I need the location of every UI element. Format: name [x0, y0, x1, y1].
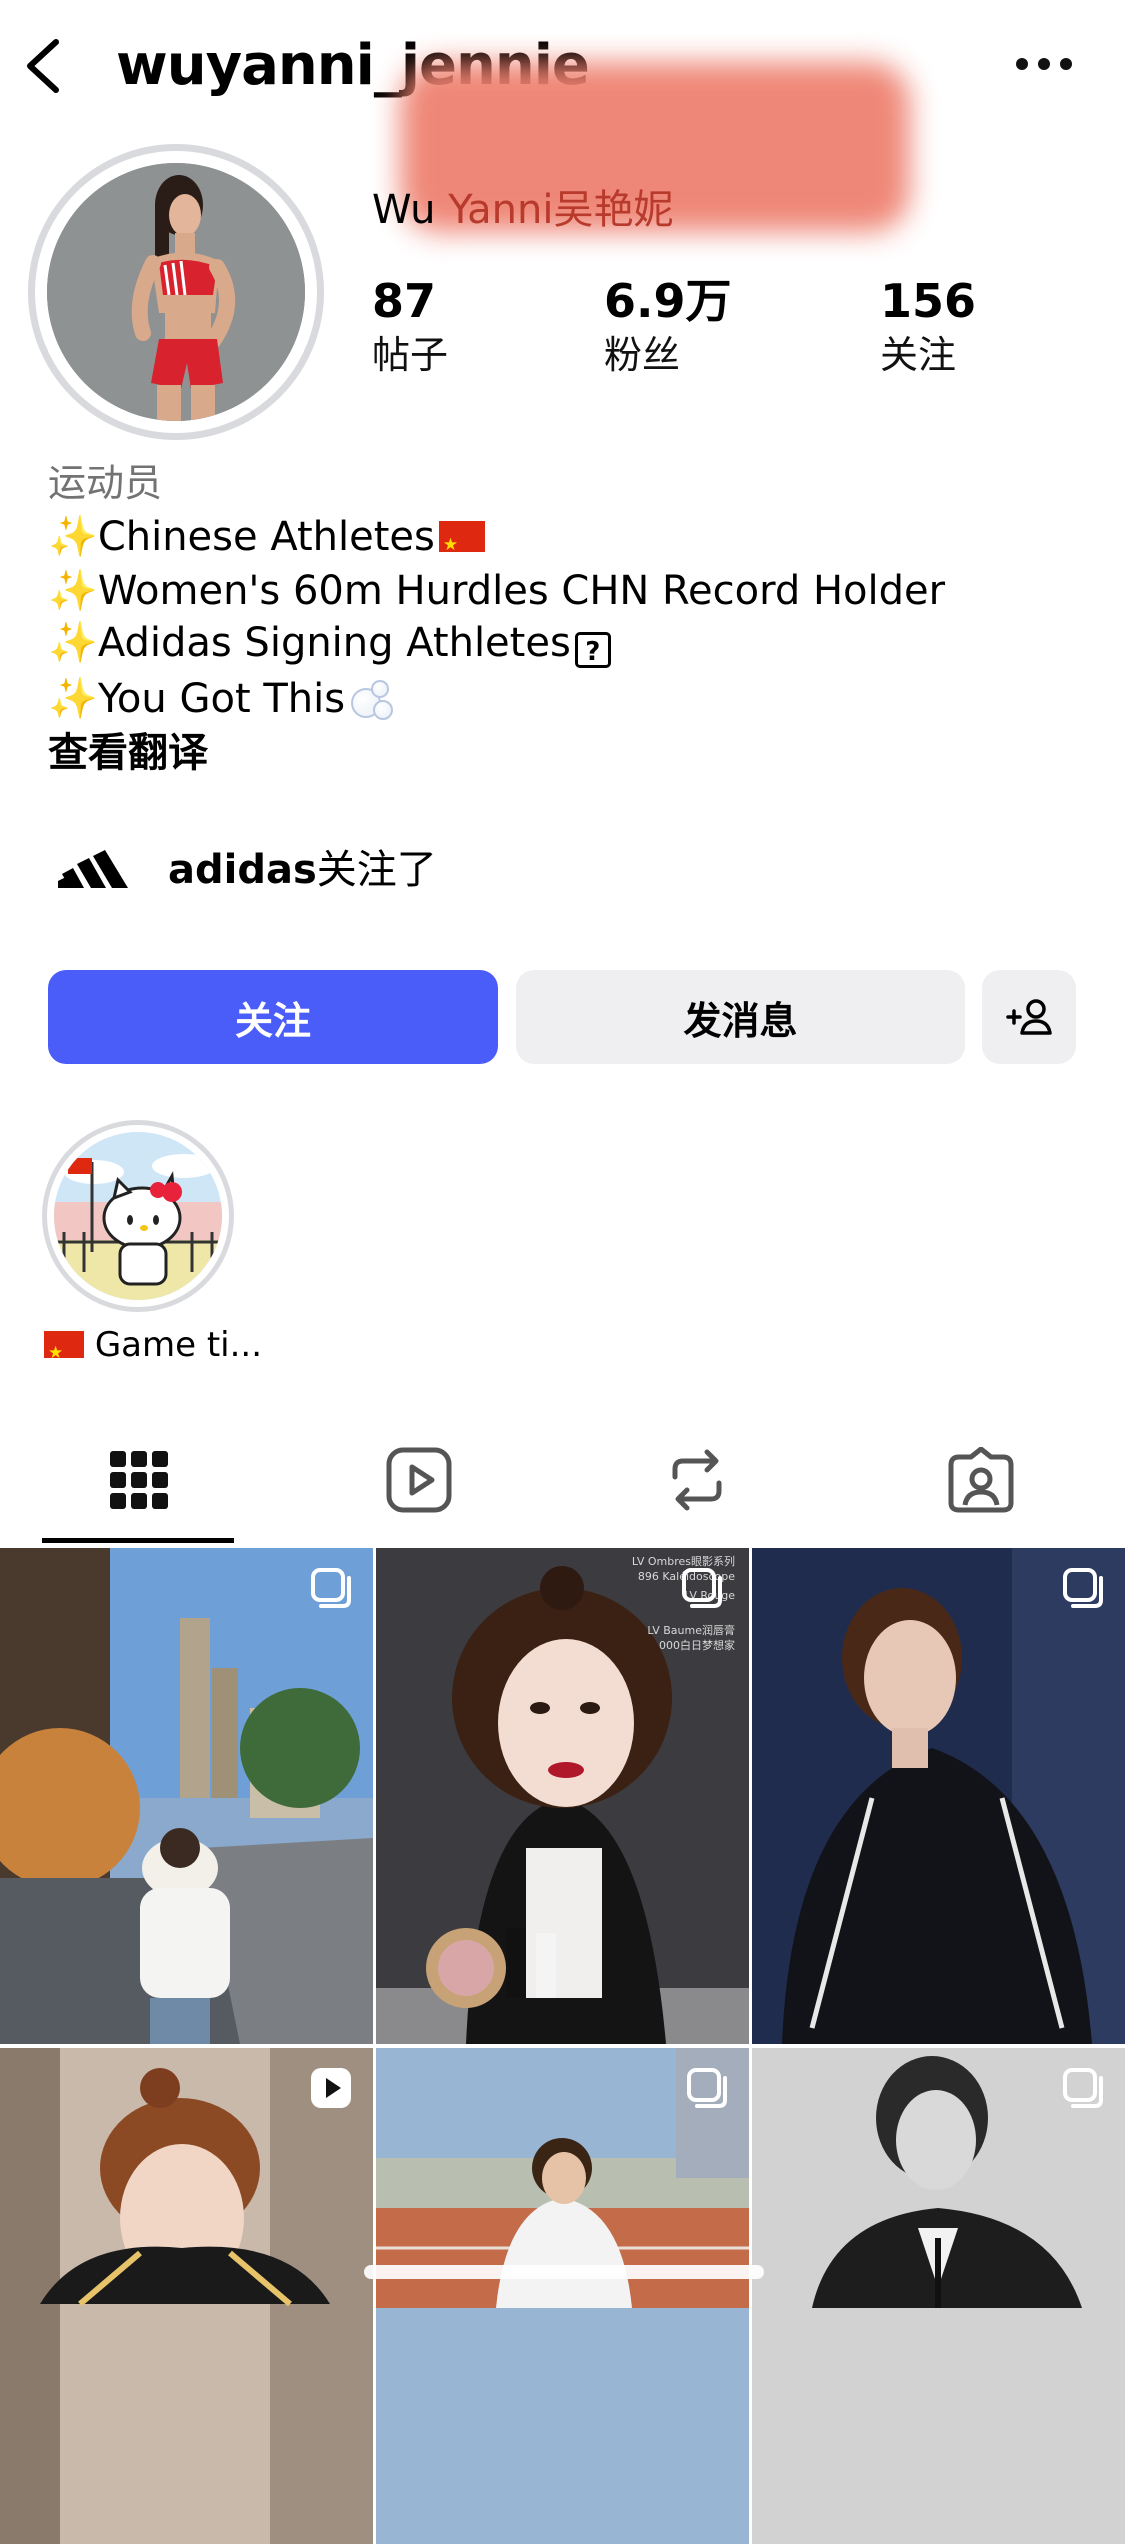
tab-reels[interactable] — [324, 1440, 514, 1520]
bubbles-icon — [349, 678, 394, 720]
overlay-line: 000白日梦想家 — [659, 1639, 735, 1652]
display-name: Wu Yanni吴艳妮 — [372, 182, 673, 238]
display-name-rest: Yanni吴艳妮 — [448, 187, 674, 233]
more-options-icon[interactable] — [1012, 54, 1076, 74]
suggest-users-button[interactable] — [982, 970, 1076, 1064]
sparkles-icon: ✨ — [48, 514, 98, 560]
display-name-first: Wu — [372, 187, 449, 233]
china-flag-icon — [438, 518, 485, 572]
stat-followers-label: 粉丝 — [604, 333, 681, 377]
bio-line-4-text: You Got This — [97, 676, 346, 722]
bio-line-3: ✨Adidas Signing Athletes? — [48, 616, 611, 670]
avatar-photo — [47, 163, 305, 421]
add-user-icon — [1006, 999, 1052, 1035]
follow-button[interactable]: 关注 — [48, 970, 498, 1064]
hello-kitty-highlight-image — [54, 1132, 222, 1300]
post-thumbnail-5[interactable] — [376, 2048, 749, 2544]
stat-followers-value: 6.9万 — [604, 274, 732, 328]
sparkles-icon: ✨ — [48, 676, 98, 722]
followed-by-suffix: 关注了 — [316, 847, 437, 893]
unknown-glyph-icon: ? — [574, 632, 611, 668]
tagged-icon — [948, 1447, 1014, 1513]
home-indicator — [364, 2265, 764, 2279]
back-arrow-icon[interactable] — [22, 38, 66, 94]
carousel-icon — [1063, 2068, 1103, 2108]
stat-posts-value: 87 — [372, 274, 437, 328]
bio-line-2: ✨Women's 60m Hurdles CHN Record Holder — [48, 564, 945, 618]
post-thumbnail-6[interactable] — [752, 2048, 1125, 2544]
followed-by-text[interactable]: adidas关注了 — [168, 842, 437, 898]
carousel-icon — [1063, 1568, 1103, 1608]
reels-icon — [386, 1447, 452, 1513]
stat-followers[interactable]: 6.9万 粉丝 — [604, 272, 732, 380]
bio-line-4: ✨You Got This — [48, 672, 394, 726]
post-thumbnail-1[interactable] — [0, 1548, 373, 2044]
story-highlight[interactable] — [54, 1132, 222, 1300]
tab-reposts[interactable] — [602, 1440, 792, 1520]
bio-line-3-text: Adidas Signing Athletes — [97, 620, 571, 666]
tab-posts-grid[interactable] — [44, 1440, 234, 1520]
carousel-icon — [311, 1568, 351, 1608]
story-highlight-label-text: Game ti... — [94, 1325, 263, 1365]
profile-category: 运动员 — [48, 461, 163, 505]
stat-following[interactable]: 156 关注 — [880, 272, 976, 380]
stat-following-value: 156 — [880, 274, 977, 328]
post-thumbnail-2[interactable]: LV Ombres眼影系列 896 Kaléidoscope LV Rouge … — [376, 1548, 749, 2044]
active-tab-indicator — [42, 1538, 234, 1543]
bio-line-2-text: Women's 60m Hurdles CHN Record Holder — [97, 568, 946, 614]
bio-line-1: ✨Chinese Athletes — [48, 510, 485, 572]
post-image — [376, 2048, 749, 2544]
post-image — [752, 2048, 1125, 2544]
china-flag-icon — [44, 1328, 84, 1378]
post-thumbnail-3[interactable] — [752, 1548, 1125, 2044]
sparkles-icon: ✨ — [48, 568, 98, 614]
avatar[interactable] — [47, 163, 305, 421]
message-button[interactable]: 发消息 — [516, 970, 965, 1064]
post-image — [0, 1548, 373, 2044]
sparkles-icon: ✨ — [48, 620, 98, 666]
carousel-icon — [682, 1568, 722, 1608]
tab-tagged[interactable] — [886, 1440, 1076, 1520]
reposts-icon — [672, 1449, 722, 1511]
stat-following-label: 关注 — [880, 333, 957, 377]
post-image — [0, 2048, 373, 2544]
carousel-icon — [687, 2068, 727, 2108]
post-image — [752, 1548, 1125, 2044]
bio-line-1-text: Chinese Athletes — [97, 514, 435, 560]
adidas-logo-icon — [58, 850, 128, 888]
post-thumbnail-4[interactable] — [0, 2048, 373, 2544]
stat-posts[interactable]: 87 帖子 — [372, 272, 448, 380]
grid-icon — [110, 1451, 168, 1509]
story-highlight-label[interactable]: Game ti... — [40, 1320, 263, 1378]
overlay-line: LV Baume润唇膏 — [647, 1624, 735, 1637]
reel-play-icon — [311, 2068, 351, 2108]
stat-posts-label: 帖子 — [372, 333, 449, 377]
see-translation-link[interactable]: 查看翻译 — [48, 726, 208, 780]
followed-by-account: adidas — [168, 847, 317, 893]
